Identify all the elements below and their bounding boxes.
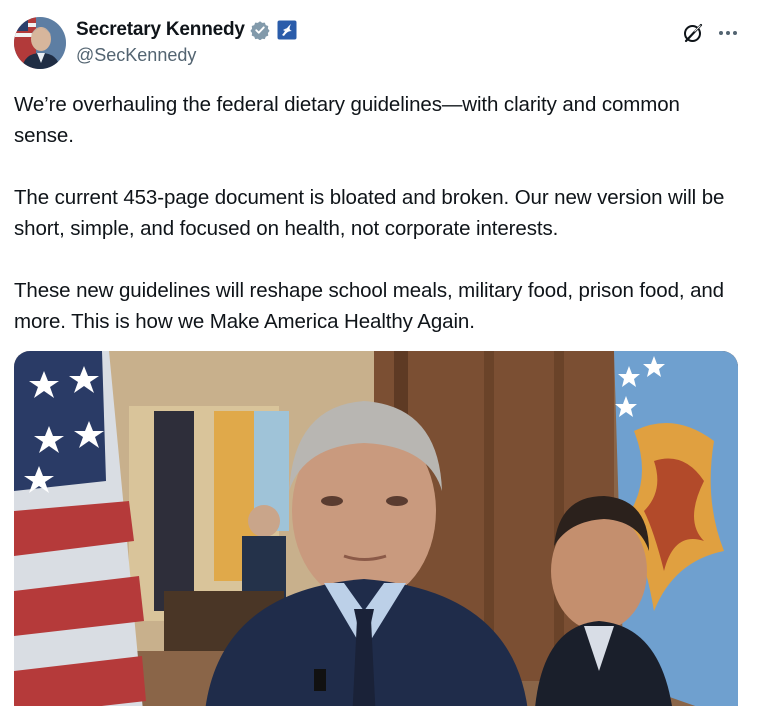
tweet-card: Secretary Kennedy @SecKennedy We’re over… [0,0,762,706]
more-options-icon[interactable] [714,21,744,45]
author-name-row: Secretary Kennedy [76,17,297,43]
press-photo [14,351,738,706]
tweet-paragraph-2: The current 453-page document is bloated… [14,186,725,240]
tweet-media-photo[interactable] [14,351,738,706]
avatar-image [14,17,66,69]
grok-icon[interactable] [681,21,705,45]
verified-badge-icon[interactable] [250,20,270,41]
avatar[interactable] [14,17,66,69]
author-handle[interactable]: @SecKennedy [76,45,196,66]
tweet-text: We’re overhauling the federal dietary gu… [14,89,744,368]
tweet-paragraph-3: These new guidelines will reshape school… [14,279,724,333]
hhs-eagle-icon[interactable] [277,20,297,40]
author-display-name[interactable]: Secretary Kennedy [76,19,245,41]
tweet-paragraph-1: We’re overhauling the federal dietary gu… [14,93,680,147]
